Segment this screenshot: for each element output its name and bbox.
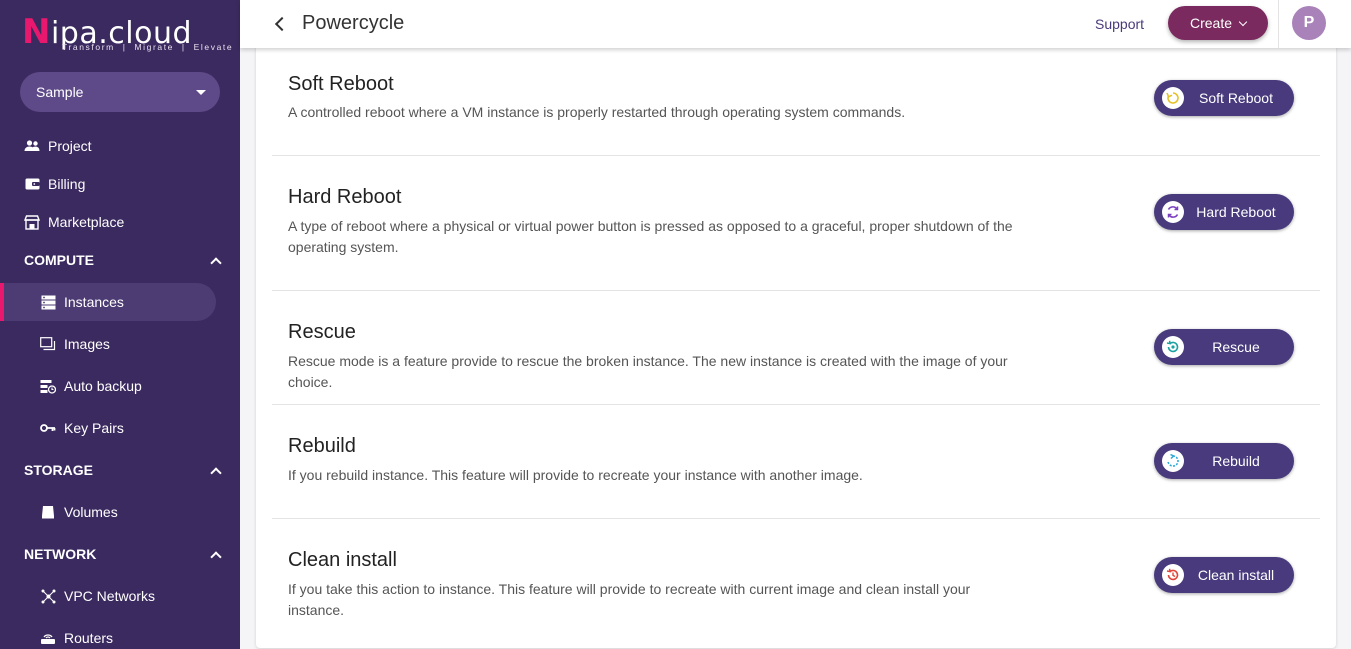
action-description: Rescue mode is a feature provide to resc… (288, 353, 1008, 390)
action-row-rescue: Rescue Rescue mode is a feature provide … (272, 291, 1320, 405)
wallet-icon (24, 176, 40, 192)
sidebar-item-label: Volumes (64, 504, 118, 520)
action-title: Rebuild (288, 435, 356, 457)
rebuild-button[interactable]: Rebuild (1154, 443, 1294, 479)
project-select[interactable]: Sample (20, 72, 220, 112)
sidebar-item-project[interactable]: Project (0, 127, 240, 165)
disk-icon (40, 504, 56, 520)
section-title: COMPUTE (24, 252, 94, 268)
sidebar-item-auto-backup[interactable]: Auto backup (0, 367, 240, 405)
sidebar: Nipa.cloud Transform | Migrate | Elevate… (0, 0, 240, 649)
sidebar-item-vpc-networks[interactable]: VPC Networks (0, 577, 240, 615)
people-icon (24, 138, 40, 154)
logo-tagline: Transform | Migrate | Elevate (62, 42, 234, 52)
action-row-hard-reboot: Hard Reboot A type of reboot where a phy… (272, 156, 1320, 291)
clean-install-icon (1162, 564, 1184, 586)
header-divider (1278, 0, 1279, 48)
action-title: Hard Reboot (288, 186, 402, 208)
action-row-clean-install: Clean install If you take this action to… (272, 519, 1320, 633)
section-title: STORAGE (24, 462, 93, 478)
action-row-rebuild: Rebuild If you rebuild instance. This fe… (272, 405, 1320, 519)
section-header-network[interactable]: NETWORK (24, 542, 224, 566)
sidebar-item-label: Instances (64, 294, 124, 310)
page-title: Powercycle (302, 12, 405, 34)
action-title: Clean install (288, 549, 397, 571)
chevron-down-icon (1238, 17, 1248, 26)
sidebar-item-label: VPC Networks (64, 588, 156, 604)
support-link[interactable]: Support (1095, 16, 1144, 32)
chevron-up-icon (210, 550, 222, 563)
action-title: Rescue (288, 321, 356, 343)
backup-icon (40, 378, 56, 394)
sidebar-item-marketplace[interactable]: Marketplace (0, 203, 240, 241)
network-icon (40, 588, 56, 604)
hard-reboot-button[interactable]: Hard Reboot (1154, 194, 1294, 230)
sidebar-item-label: Routers (64, 630, 114, 646)
action-row-soft-reboot: Soft Reboot A controlled reboot where a … (272, 44, 1320, 156)
nipa-cloud-logo[interactable]: Nipa.cloud Transform | Migrate | Elevate (22, 12, 232, 56)
store-icon (24, 214, 40, 230)
user-avatar[interactable]: P (1292, 6, 1326, 40)
back-arrow-icon[interactable] (274, 16, 286, 32)
top-header: Powercycle Support Create P (240, 0, 1351, 48)
sidebar-item-label: Billing (48, 176, 86, 192)
chevron-up-icon (210, 466, 222, 479)
router-icon (40, 630, 56, 646)
soft-reboot-icon (1162, 87, 1184, 109)
server-icon (40, 294, 56, 310)
sidebar-item-label: Auto backup (64, 378, 142, 394)
action-description: A type of reboot where a physical or vir… (288, 218, 1013, 255)
sidebar-item-label: Project (48, 138, 92, 154)
caret-down-icon (196, 90, 206, 95)
sidebar-item-key-pairs[interactable]: Key Pairs (0, 409, 240, 447)
images-icon (40, 336, 56, 352)
create-button-label: Create (1189, 15, 1233, 31)
sidebar-item-label: Marketplace (48, 214, 125, 230)
sidebar-item-routers[interactable]: Routers (0, 619, 240, 649)
clean-install-button[interactable]: Clean install (1154, 557, 1294, 593)
key-icon (40, 420, 56, 436)
sidebar-item-volumes[interactable]: Volumes (0, 493, 240, 531)
action-title: Soft Reboot (288, 73, 394, 95)
sidebar-item-instances[interactable]: Instances (0, 283, 216, 321)
sidebar-item-billing[interactable]: Billing (0, 165, 240, 203)
section-title: NETWORK (24, 546, 97, 562)
action-description: A controlled reboot where a VM instance … (288, 104, 906, 120)
sidebar-item-label: Key Pairs (64, 420, 124, 436)
create-button[interactable]: Create (1168, 6, 1268, 40)
section-header-storage[interactable]: STORAGE (24, 458, 224, 482)
hard-reboot-icon (1162, 201, 1184, 223)
powercycle-card: Soft Reboot A controlled reboot where a … (256, 44, 1336, 648)
section-header-compute[interactable]: COMPUTE (24, 248, 224, 272)
soft-reboot-button[interactable]: Soft Reboot (1154, 80, 1294, 116)
chevron-up-icon (210, 256, 222, 269)
rebuild-icon (1162, 450, 1184, 472)
project-select-value: Sample (36, 84, 84, 100)
action-description: If you rebuild instance. This feature wi… (288, 467, 863, 483)
sidebar-item-label: Images (64, 336, 110, 352)
rescue-button[interactable]: Rescue (1154, 329, 1294, 365)
rescue-icon (1162, 336, 1184, 358)
action-description: If you take this action to instance. Thi… (288, 581, 971, 618)
sidebar-item-images[interactable]: Images (0, 325, 240, 363)
